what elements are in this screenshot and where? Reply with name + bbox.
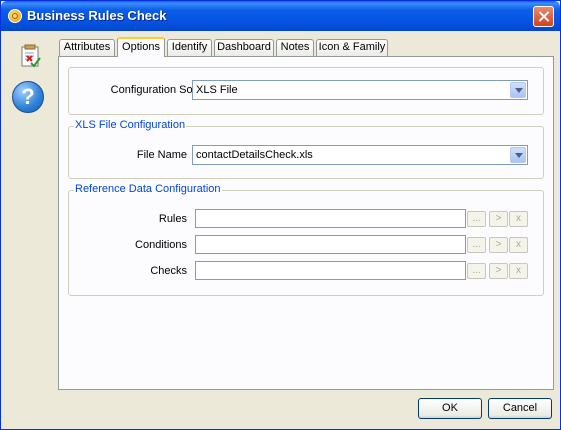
checks-go-button[interactable]: > — [489, 263, 508, 279]
rules-browse-button[interactable]: ... — [467, 211, 486, 227]
chevron-down-icon[interactable] — [510, 82, 526, 98]
close-button[interactable] — [533, 6, 554, 27]
file-name-value: contactDetailsCheck.xls — [196, 149, 313, 161]
options-panel: Configuration Source XLS File XLS File C… — [58, 56, 554, 390]
rules-clear-button[interactable]: x — [509, 211, 528, 227]
tab-options[interactable]: Options — [117, 37, 165, 57]
xls-file-configuration-group: XLS File Configuration File Name contact… — [68, 119, 544, 179]
title-bar[interactable]: Business Rules Check — [1, 1, 560, 31]
conditions-input[interactable] — [195, 235, 466, 254]
tab-identify[interactable]: Identify — [167, 39, 212, 56]
reference-data-configuration-group: Reference Data Configuration Rules ... >… — [68, 183, 544, 296]
configuration-source-select[interactable]: XLS File — [192, 80, 528, 100]
tab-dashboard[interactable]: Dashboard — [214, 39, 274, 56]
tab-icon-and-family[interactable]: Icon & Family — [316, 39, 388, 56]
xls-file-configuration-legend: XLS File Configuration — [74, 119, 187, 131]
tab-attributes[interactable]: Attributes — [59, 39, 115, 56]
conditions-go-button[interactable]: > — [489, 237, 508, 253]
business-rules-check-dialog: Business Rules Check ? Attributes Option… — [0, 0, 561, 430]
ok-button[interactable]: OK — [418, 398, 482, 419]
app-icon — [8, 9, 22, 23]
rules-document-icon — [21, 44, 41, 68]
rules-input[interactable] — [195, 209, 466, 228]
configuration-source-value: XLS File — [196, 84, 238, 96]
conditions-label: Conditions — [135, 239, 187, 251]
file-name-label: File Name — [136, 149, 187, 161]
checks-browse-button[interactable]: ... — [467, 263, 486, 279]
chevron-down-icon[interactable] — [510, 147, 526, 163]
rules-go-button[interactable]: > — [489, 211, 508, 227]
checks-clear-button[interactable]: x — [509, 263, 528, 279]
checks-label: Checks — [150, 265, 187, 277]
conditions-clear-button[interactable]: x — [509, 237, 528, 253]
file-name-select[interactable]: contactDetailsCheck.xls — [192, 145, 528, 165]
tab-notes[interactable]: Notes — [276, 39, 314, 56]
cancel-button[interactable]: Cancel — [488, 398, 552, 419]
configuration-source-group: Configuration Source XLS File — [68, 67, 544, 115]
reference-data-configuration-legend: Reference Data Configuration — [74, 183, 222, 195]
help-icon[interactable]: ? — [12, 81, 44, 113]
window-title: Business Rules Check — [27, 8, 167, 23]
checks-input[interactable] — [195, 261, 466, 280]
rules-label: Rules — [158, 213, 187, 225]
conditions-browse-button[interactable]: ... — [467, 237, 486, 253]
